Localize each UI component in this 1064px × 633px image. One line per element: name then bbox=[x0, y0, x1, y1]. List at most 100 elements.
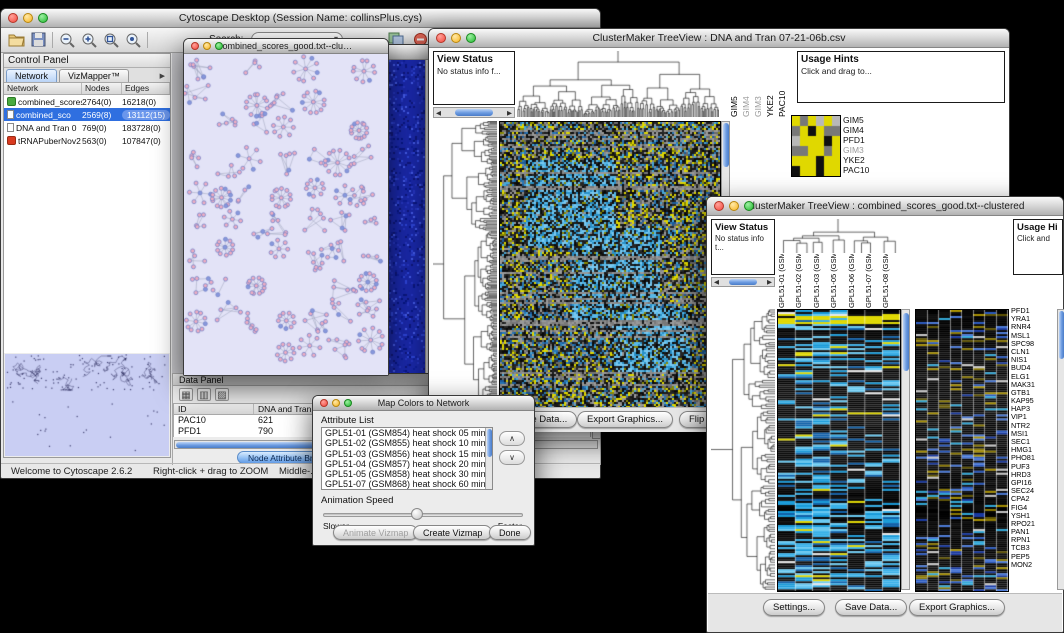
scroll-right-icon[interactable]: ▶ bbox=[507, 109, 512, 117]
attribute-item[interactable]: GPL51-03 (GSM856) heat shock 15 min bbox=[322, 449, 492, 459]
dialog-button[interactable]: Done bbox=[489, 525, 531, 540]
select-attributes-icon[interactable]: ▦ bbox=[179, 388, 193, 401]
column-label: GPL51-08 (GSM87 bbox=[881, 254, 898, 308]
listbox-scrollbar[interactable] bbox=[485, 428, 492, 489]
network-graph-canvas[interactable] bbox=[184, 54, 388, 375]
gene-label: YRA1 bbox=[1011, 315, 1055, 323]
network-overview-thumbnail[interactable] bbox=[5, 354, 169, 456]
maximize-button[interactable] bbox=[744, 201, 754, 211]
gene-label: PFD1 bbox=[1011, 307, 1055, 315]
zoom-in-icon[interactable] bbox=[80, 32, 98, 49]
attribute-item[interactable]: GPL51-05 (GSM858) heat shock 30 min bbox=[322, 469, 492, 479]
network-nodes-count: 2764(0) bbox=[82, 97, 122, 107]
gene-label: HRD3 bbox=[1011, 471, 1055, 479]
maximize-button[interactable] bbox=[344, 399, 352, 407]
dialog-button[interactable]: Create Vizmap bbox=[413, 525, 492, 540]
scroll-left-icon[interactable]: ◀ bbox=[436, 109, 441, 117]
row-dendrogram[interactable] bbox=[711, 309, 775, 590]
treeview1-titlebar[interactable]: ClusterMaker TreeView : DNA and Tran 07-… bbox=[429, 29, 1009, 48]
network-name: tRNAPuberNov2 bbox=[18, 136, 82, 146]
maximize-button[interactable] bbox=[215, 42, 223, 50]
network-list-item[interactable]: tRNAPuberNov2563(0)107847(0) bbox=[4, 134, 170, 147]
attribute-item[interactable]: GPL51-07 (GSM868) heat shock 60 min bbox=[322, 479, 492, 489]
close-button[interactable] bbox=[191, 42, 199, 50]
treeview-button[interactable]: Export Graphics... bbox=[577, 411, 673, 428]
secondary-heatmap[interactable] bbox=[915, 309, 1009, 592]
attribute-item[interactable]: GPL51-02 (GSM855) heat shock 10 min bbox=[322, 438, 492, 448]
save-session-icon[interactable] bbox=[29, 32, 47, 49]
detail-matrix[interactable] bbox=[791, 115, 841, 177]
scroll-thumb[interactable] bbox=[903, 313, 909, 371]
network-nodes-count: 2569(8) bbox=[82, 110, 122, 120]
network-list-item[interactable]: combined_sco2569(8)13112(15) bbox=[4, 108, 170, 121]
minimize-button[interactable] bbox=[203, 42, 211, 50]
close-button[interactable] bbox=[436, 33, 446, 43]
attribute-listbox[interactable]: GPL51-01 (GSM854) heat shock 05 minGPL51… bbox=[321, 427, 493, 490]
view-status-title: View Status bbox=[712, 220, 774, 233]
detail-column-label: PAC10 bbox=[777, 51, 789, 117]
zoom-selected-icon[interactable] bbox=[124, 32, 142, 49]
speed-slider-thumb[interactable] bbox=[411, 508, 423, 520]
move-down-button[interactable]: ∨ bbox=[499, 450, 525, 465]
scroll-thumb[interactable] bbox=[723, 123, 729, 167]
expression-heatmap[interactable] bbox=[777, 309, 901, 592]
attribute-item[interactable]: GPL51-04 (GSM857) heat shock 20 min bbox=[322, 459, 492, 469]
gene-label: MAK31 bbox=[1011, 381, 1055, 389]
network-list-item[interactable]: DNA and Tran 0769(0)183728(0) bbox=[4, 121, 170, 134]
close-button[interactable] bbox=[320, 399, 328, 407]
zoom-out-icon[interactable] bbox=[58, 32, 76, 49]
move-up-button[interactable]: ∧ bbox=[499, 431, 525, 446]
scroll-thumb[interactable] bbox=[1059, 311, 1064, 359]
minimize-button[interactable] bbox=[23, 13, 33, 23]
heatmap-vertical-scrollbar[interactable] bbox=[901, 309, 910, 590]
header-edges[interactable]: Edges bbox=[122, 83, 170, 94]
minimize-button[interactable] bbox=[729, 201, 739, 211]
tab-overflow-icon[interactable]: ▶ bbox=[157, 69, 168, 82]
row-dendrogram[interactable] bbox=[433, 121, 497, 407]
mini-horizontal-scrollbar[interactable]: ◀ ▶ bbox=[433, 107, 515, 118]
column-dendrogram[interactable] bbox=[777, 219, 899, 253]
column-dendrogram[interactable] bbox=[517, 51, 719, 117]
scroll-right-icon[interactable]: ▶ bbox=[767, 278, 772, 286]
scroll-thumb[interactable] bbox=[455, 109, 493, 116]
main-titlebar[interactable]: Cytoscape Desktop (Session Name: collins… bbox=[1, 9, 600, 28]
treeview2-titlebar[interactable]: ClusterMaker TreeView : combined_scores_… bbox=[707, 197, 1063, 216]
minimize-button[interactable] bbox=[332, 399, 340, 407]
header-nodes[interactable]: Nodes bbox=[82, 83, 122, 94]
dialog-titlebar[interactable]: Map Colors to Network bbox=[313, 396, 534, 411]
network-list-item[interactable]: combined_scores2764(0)16218(0) bbox=[4, 95, 170, 108]
scroll-thumb[interactable] bbox=[487, 429, 492, 457]
header-id[interactable]: ID bbox=[174, 404, 254, 414]
treeview-button[interactable]: Settings... bbox=[763, 599, 825, 616]
network-view-titlebar[interactable]: combined_scores_good.txt--cluste... bbox=[184, 39, 388, 54]
gene-label: CLN1 bbox=[1011, 348, 1055, 356]
speed-slider-track[interactable] bbox=[323, 513, 523, 517]
header-network[interactable]: Network bbox=[4, 83, 82, 94]
tab-network[interactable]: Network bbox=[6, 69, 57, 82]
mini-horizontal-scrollbar[interactable]: ◀ ▶ bbox=[711, 277, 775, 287]
delete-attribute-icon[interactable]: ▨ bbox=[215, 388, 229, 401]
minimize-button[interactable] bbox=[451, 33, 461, 43]
create-attribute-icon[interactable]: ▥ bbox=[197, 388, 211, 401]
scroll-left-icon[interactable]: ◀ bbox=[714, 278, 719, 286]
treeview-button[interactable]: Save Data... bbox=[835, 599, 907, 616]
close-button[interactable] bbox=[714, 201, 724, 211]
gene-list-scrollbar[interactable] bbox=[1057, 309, 1064, 590]
open-session-icon[interactable] bbox=[7, 32, 25, 49]
scroll-thumb[interactable] bbox=[729, 279, 757, 285]
tab-vizmapper[interactable]: VizMapper™ bbox=[59, 69, 129, 82]
background-window-titlebar[interactable] bbox=[387, 45, 431, 60]
network-view-window: combined_scores_good.txt--cluste... bbox=[183, 38, 389, 376]
maximize-button[interactable] bbox=[38, 13, 48, 23]
gene-label: PHO81 bbox=[1011, 454, 1055, 462]
close-button[interactable] bbox=[8, 13, 18, 23]
zoom-fit-icon[interactable] bbox=[102, 32, 120, 49]
network-type-icon bbox=[7, 110, 14, 119]
expression-heatmap[interactable] bbox=[499, 121, 721, 409]
treeview-button[interactable]: Export Graphics... bbox=[909, 599, 1005, 616]
gene-label: MON2 bbox=[1011, 561, 1055, 569]
gene-label: GTB1 bbox=[1011, 389, 1055, 397]
maximize-button[interactable] bbox=[466, 33, 476, 43]
network-edges-count: 183728(0) bbox=[122, 123, 170, 133]
attribute-item[interactable]: GPL51-01 (GSM854) heat shock 05 min bbox=[322, 428, 492, 438]
